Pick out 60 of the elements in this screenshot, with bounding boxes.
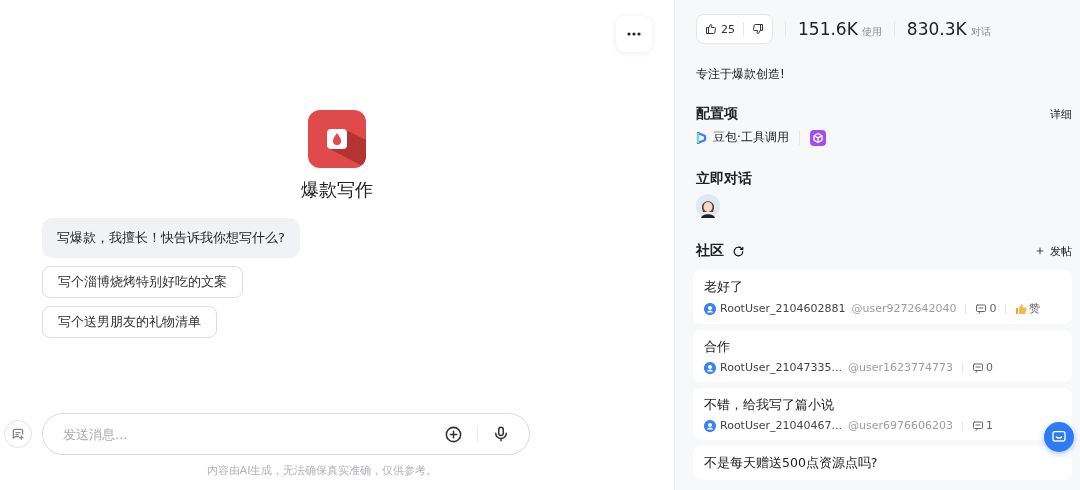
user-avatar-icon — [704, 419, 716, 432]
comment-icon — [975, 302, 988, 315]
new-post-button[interactable]: 发帖 — [1035, 243, 1072, 259]
post-card[interactable]: 合作 RootUser_21047335... @user1623774773 0 — [693, 330, 1072, 382]
stat-value: 830.3K — [906, 19, 967, 39]
disclaimer-text: 内容由AI生成，无法确保真实准确，仅供参考。 — [206, 463, 438, 478]
plus-icon — [1035, 246, 1045, 256]
model-logo-icon — [696, 131, 707, 144]
cube-plugin-icon — [809, 129, 826, 146]
user-avatar-icon — [704, 302, 716, 315]
like-count-button[interactable]: 25 — [705, 22, 735, 36]
user-handle: @user9272642040 — [851, 302, 957, 315]
stat-label: 使用 — [861, 25, 882, 39]
user-name[interactable]: RootUser_21047335... — [720, 361, 842, 374]
like-button[interactable]: 赞 — [1029, 301, 1041, 316]
message-input-field[interactable]: 发送消息... — [42, 413, 530, 455]
microphone-button[interactable] — [492, 425, 510, 443]
more-icon — [627, 32, 641, 36]
message-icon — [1051, 429, 1067, 445]
user-avatar-icon — [704, 361, 716, 374]
model-name: 豆包·工具调用 — [713, 129, 789, 146]
user-name[interactable]: RootUser_2104602881 — [720, 302, 846, 315]
new-chat-icon — [10, 426, 26, 442]
user-name[interactable]: RootUser_21040467... — [720, 419, 842, 432]
thumbs-down-icon — [752, 23, 764, 35]
app-logo-icon — [308, 110, 366, 168]
post-title[interactable]: 老好了 — [704, 279, 1061, 296]
stat-label: 对话 — [970, 25, 991, 39]
thumbs-up-icon — [1015, 302, 1028, 315]
new-chat-button[interactable] — [4, 420, 32, 448]
comment-count: 0 — [985, 361, 993, 374]
section-title: 社区 — [696, 242, 724, 260]
suggestion-button[interactable]: 写个送男朋友的礼物清单 — [42, 306, 217, 338]
post-title[interactable]: 不是每天赠送500点资源点吗? — [704, 455, 1061, 472]
suggestion-button[interactable]: 写个淄博烧烤特别好吃的文案 — [42, 266, 243, 298]
character-avatar[interactable] — [696, 194, 720, 218]
comment-count: 0 — [989, 302, 997, 315]
microphone-icon — [492, 425, 510, 443]
plus-circle-icon — [444, 424, 463, 444]
post-card[interactable]: 不错，给我写了篇小说 RootUser_21040467... @user6976606203 1 — [693, 388, 1072, 440]
bot-description: 专注于爆款创造! — [696, 66, 786, 83]
post-title[interactable]: 不错，给我写了篇小说 — [704, 397, 1061, 414]
comment-icon — [971, 361, 984, 374]
details-link[interactable]: 详细 — [1050, 106, 1072, 122]
post-title[interactable]: 合作 — [704, 339, 1061, 356]
refresh-icon — [732, 244, 745, 258]
post-card[interactable]: 老好了 RootUser_2104602881 @user9272642040 0 赞 — [693, 270, 1072, 324]
comment-count: 1 — [985, 419, 993, 432]
dislike-button[interactable] — [752, 23, 764, 35]
user-handle: @user1623774773 — [848, 361, 953, 374]
add-button[interactable] — [444, 424, 463, 444]
greeting-message: 写爆款，我擅长！快告诉我你想写什么? — [42, 218, 300, 258]
bot-name: 爆款写作 — [301, 178, 373, 202]
thumbs-up-icon — [705, 23, 717, 35]
comment-icon — [971, 419, 984, 432]
stat-value: 151.6K — [798, 19, 858, 39]
user-handle: @user6976606203 — [848, 419, 953, 432]
section-title: 配置项 — [696, 105, 738, 123]
section-title: 立即对话 — [696, 170, 752, 188]
post-card[interactable]: 不是每天赠送500点资源点吗? — [693, 446, 1072, 480]
